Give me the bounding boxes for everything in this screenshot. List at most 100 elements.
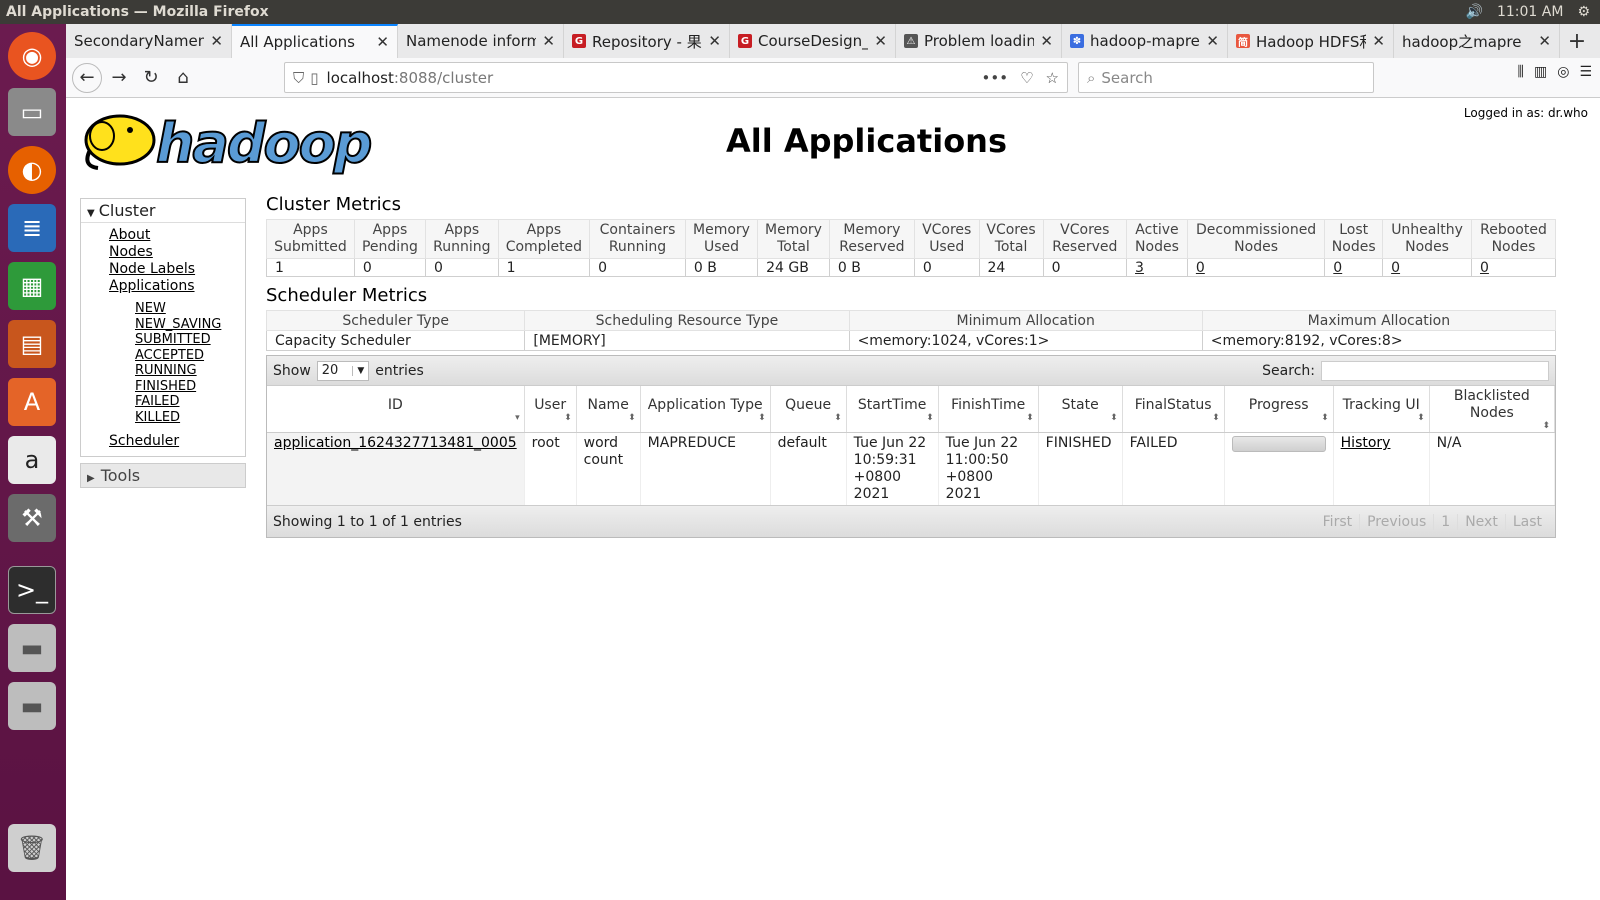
tab-5[interactable]: ⚠ Problem loadin ✕ <box>896 24 1062 58</box>
page-info-icon[interactable]: ▯ <box>310 69 318 87</box>
nav-state-new[interactable]: NEW <box>135 301 245 317</box>
close-tab-icon[interactable]: ✕ <box>1040 32 1053 50</box>
nav-nodes[interactable]: Nodes <box>109 244 245 261</box>
nav-state-new_saving[interactable]: NEW_SAVING <box>135 317 245 333</box>
column-header[interactable]: FinalStatus ⬍ <box>1122 386 1225 433</box>
close-tab-icon[interactable]: ✕ <box>1538 32 1551 50</box>
column-header[interactable]: Name ⬍ <box>576 386 641 433</box>
metric-value[interactable]: 0 <box>1324 258 1384 277</box>
pager-first[interactable]: First <box>1316 514 1359 530</box>
column-header[interactable]: Queue ⬍ <box>770 386 847 433</box>
caret-right-icon: ▶ <box>87 473 95 484</box>
shield-icon[interactable]: ⛉ <box>293 69 304 87</box>
volume-icon[interactable]: 🔊 <box>1466 4 1483 20</box>
nav-scheduler[interactable]: Scheduler <box>109 433 245 450</box>
clock[interactable]: 11:01 AM <box>1497 4 1563 20</box>
nav-state-finished[interactable]: FINISHED <box>135 379 245 395</box>
column-header[interactable]: User ⬍ <box>524 386 577 433</box>
close-tab-icon[interactable]: ✕ <box>376 33 389 51</box>
cell-type: MAPREDUCE <box>640 432 771 505</box>
forward-button[interactable]: → <box>104 63 134 93</box>
tab-8[interactable]: hadoop之mapre ✕ <box>1394 24 1560 58</box>
cell-state: FINISHED <box>1038 432 1123 505</box>
close-tab-icon[interactable]: ✕ <box>874 32 887 50</box>
application-id-link[interactable]: application_1624327713481_0005 <box>274 435 517 451</box>
metric-value: 0 <box>353 258 427 277</box>
tools-nav[interactable]: ▶ Tools <box>80 463 246 488</box>
home-button[interactable]: ⌂ <box>168 63 198 93</box>
metric-header: Apps Pending <box>353 219 427 259</box>
menu-icon[interactable]: ☰ <box>1579 64 1592 80</box>
library-icon[interactable]: ⫼ <box>1518 64 1524 80</box>
tab-2[interactable]: Namenode informa ✕ <box>398 24 564 58</box>
tab-0[interactable]: SecondaryNameno ✕ <box>66 24 232 58</box>
table-search-input[interactable] <box>1321 360 1549 381</box>
settings-icon[interactable]: ⚒ <box>8 494 56 542</box>
nav-node-labels[interactable]: Node Labels <box>109 261 245 278</box>
column-header[interactable]: StartTime ⬍ <box>846 386 939 433</box>
tab-6[interactable]: ✽ hadoop-mapred ✕ <box>1062 24 1228 58</box>
tab-1[interactable]: All Applications ✕ <box>232 24 398 58</box>
account-icon[interactable]: ◎ <box>1557 64 1569 80</box>
tab-7[interactable]: 简 Hadoop HDFS和 ✕ <box>1228 24 1394 58</box>
nav-state-accepted[interactable]: ACCEPTED <box>135 348 245 364</box>
entries-select[interactable]: 20 ▼ <box>316 360 370 381</box>
tab-3[interactable]: G Repository - 果 ✕ <box>564 24 730 58</box>
gear-icon[interactable]: ⚙ <box>1577 4 1590 20</box>
cluster-toggle[interactable]: ▼ Cluster <box>81 199 245 223</box>
nav-state-submitted[interactable]: SUBMITTED <box>135 332 245 348</box>
software-icon[interactable]: A <box>8 378 56 426</box>
search-input[interactable]: ⌕ Search <box>1078 62 1374 93</box>
column-header[interactable]: State ⬍ <box>1038 386 1123 433</box>
metric-value[interactable]: 0 <box>1471 258 1556 277</box>
sidebar-icon[interactable]: ▥ <box>1534 64 1547 80</box>
more-actions-icon[interactable]: ••• <box>982 69 1009 87</box>
column-header[interactable]: Application Type ⬍ <box>640 386 771 433</box>
nav-state-running[interactable]: RUNNING <box>135 363 245 379</box>
metric-value[interactable]: 3 <box>1126 258 1188 277</box>
new-tab-button[interactable]: + <box>1560 24 1594 58</box>
column-header[interactable]: Progress ⬍ <box>1224 386 1334 433</box>
tab-label: Hadoop HDFS和 <box>1256 32 1367 51</box>
reload-button[interactable]: ↻ <box>136 63 166 93</box>
trash-icon[interactable]: 🗑 <box>8 824 56 872</box>
cluster-nav: ▼ Cluster About Nodes Node Labels Applica… <box>80 198 246 457</box>
disk-icon[interactable]: ▬ <box>8 624 56 672</box>
nav-state-failed[interactable]: FAILED <box>135 394 245 410</box>
table-row: application_1624327713481_0005 root word c… <box>267 432 1556 505</box>
metric-value[interactable]: 0 <box>1186 258 1326 277</box>
writer-icon[interactable]: ≣ <box>8 204 56 252</box>
pager-1[interactable]: 1 <box>1433 513 1457 530</box>
column-header[interactable]: Blacklisted Nodes ⬍ <box>1429 386 1556 433</box>
firefox-icon[interactable]: ◐ <box>8 146 56 194</box>
close-tab-icon[interactable]: ✕ <box>1206 32 1219 50</box>
tab-label: SecondaryNameno <box>74 32 205 50</box>
back-button[interactable]: ← <box>72 62 102 93</box>
close-tab-icon[interactable]: ✕ <box>210 32 223 50</box>
ubuntu-icon[interactable]: ◉ <box>8 32 56 80</box>
impress-icon[interactable]: ▤ <box>8 320 56 368</box>
metric-value[interactable]: 0 <box>1382 258 1472 277</box>
close-tab-icon[interactable]: ✕ <box>1372 32 1385 50</box>
pocket-icon[interactable]: ♡ <box>1020 69 1033 87</box>
nav-state-killed[interactable]: KILLED <box>135 410 245 426</box>
bookmark-star-icon[interactable]: ☆ <box>1046 69 1059 87</box>
pager-next[interactable]: Next <box>1457 513 1505 530</box>
url-bar[interactable]: ⛉ ▯ localhost :8088/cluster ••• ♡ ☆ <box>284 62 1068 93</box>
tab-4[interactable]: G CourseDesign_ ✕ <box>730 24 896 58</box>
disk2-icon[interactable]: ▬ <box>8 682 56 730</box>
nav-applications[interactable]: Applications <box>109 278 245 295</box>
close-tab-icon[interactable]: ✕ <box>708 32 721 50</box>
column-header[interactable]: Tracking UI ⬍ <box>1333 386 1430 433</box>
column-header[interactable]: ID ▾ <box>267 386 525 433</box>
files-icon[interactable]: ▭ <box>8 88 56 136</box>
calc-icon[interactable]: ▦ <box>8 262 56 310</box>
pager-previous[interactable]: Previous <box>1359 513 1433 530</box>
tracking-history-link[interactable]: History <box>1341 435 1391 451</box>
nav-about[interactable]: About <box>109 227 245 244</box>
column-header[interactable]: FinishTime ⬍ <box>938 386 1039 433</box>
amazon-icon[interactable]: a <box>8 436 56 484</box>
pager-last[interactable]: Last <box>1504 513 1549 530</box>
close-tab-icon[interactable]: ✕ <box>542 32 555 50</box>
terminal-icon[interactable]: >_ <box>8 566 56 614</box>
